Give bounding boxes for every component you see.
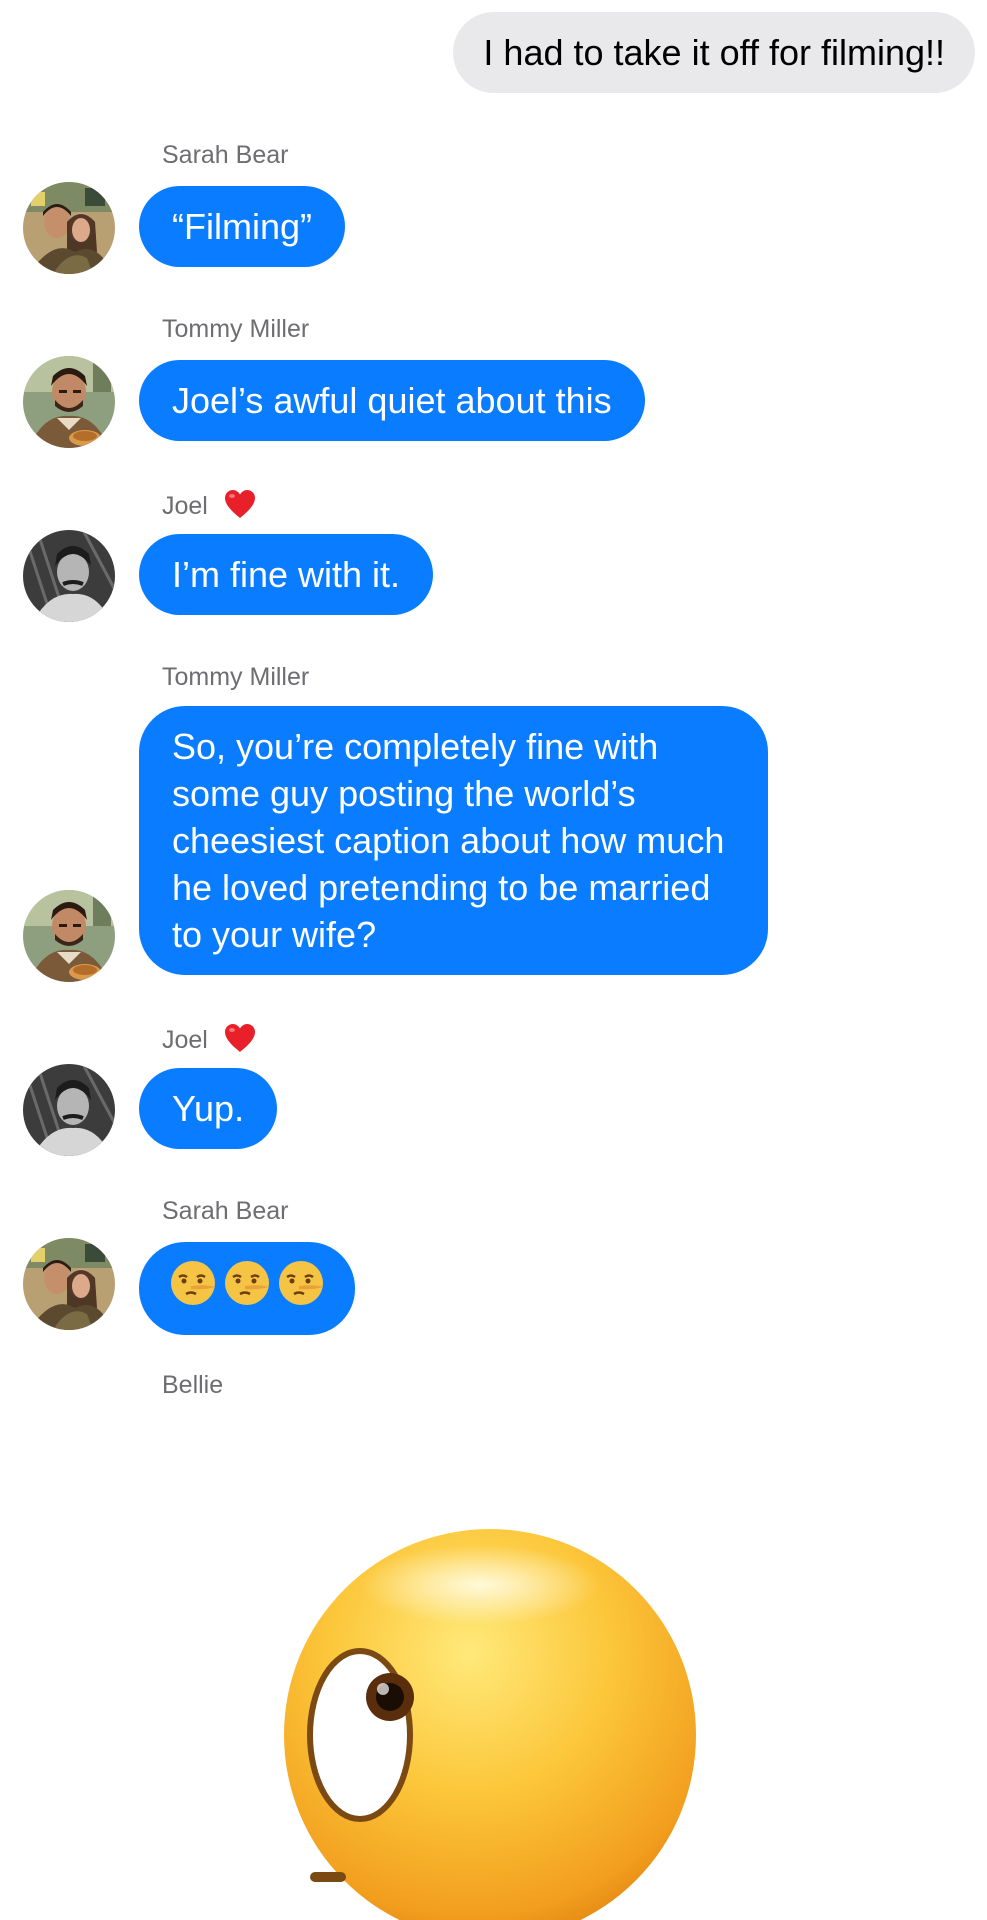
joel-avatar[interactable] [23, 1064, 115, 1156]
emoji-row [169, 1259, 325, 1306]
message-thread: I had to take it off for filming!! Sarah… [0, 0, 987, 1920]
sender-name: Sarah Bear [162, 1196, 288, 1226]
face-with-rolling-eyes-emoji[interactable] [280, 1525, 700, 1920]
incoming-message-bubble[interactable]: I’m fine with it. [139, 534, 434, 615]
red-heart-icon [224, 1024, 255, 1052]
sender-name-text: Tommy Miller [162, 315, 310, 343]
sender-name: Bellie [162, 1370, 223, 1400]
lying-face-emoji [171, 1260, 215, 1305]
lying-face-emoji [225, 1260, 269, 1305]
sender-name: Tommy Miller [162, 662, 309, 692]
incoming-message-bubble[interactable] [139, 1242, 355, 1335]
outgoing-message-bubble[interactable]: I had to take it off for filming!! [453, 12, 975, 93]
tommy-miller-avatar[interactable] [23, 356, 115, 448]
sender-name-text: Joel [162, 492, 208, 520]
incoming-message-bubble[interactable]: Yup. [139, 1068, 278, 1149]
sarah-bear-avatar[interactable] [23, 1238, 115, 1330]
sender-name-text: Sarah Bear [162, 1197, 289, 1225]
sender-name-text: Sarah Bear [162, 141, 289, 169]
sender-name: Sarah Bear [162, 140, 288, 170]
incoming-message-bubble[interactable]: Joel’s awful quiet about this [139, 360, 645, 441]
sender-name-text: Bellie [162, 1371, 224, 1399]
sender-name-text: Joel [162, 1026, 208, 1054]
sarah-bear-avatar[interactable] [23, 182, 115, 274]
lying-face-emoji [279, 1260, 323, 1305]
joel-avatar[interactable] [23, 530, 115, 622]
sender-name: Joel [162, 1022, 257, 1055]
sender-name-text: Tommy Miller [162, 663, 310, 691]
sender-name: Joel [162, 488, 257, 521]
sender-name: Tommy Miller [162, 314, 309, 344]
red-heart-icon [224, 490, 255, 518]
incoming-message-bubble[interactable]: “Filming” [139, 186, 345, 267]
tommy-miller-avatar[interactable] [23, 890, 115, 982]
incoming-message-bubble[interactable]: So, you’re completely fine with some guy… [139, 706, 768, 975]
